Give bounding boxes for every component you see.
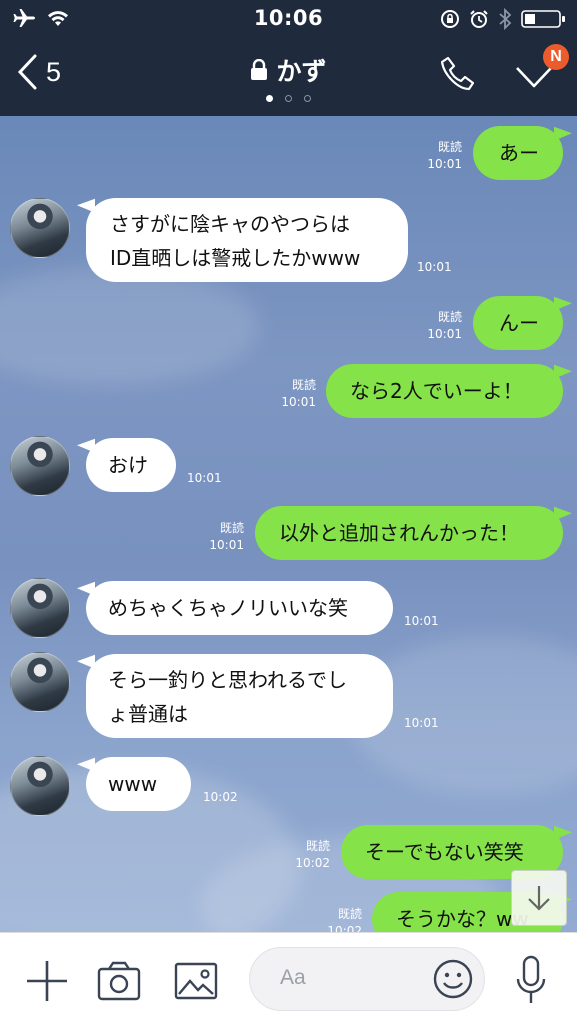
message-time: 10:01 <box>404 716 439 730</box>
sent-message[interactable]: あー <box>473 126 572 180</box>
arrow-down-icon <box>528 886 550 911</box>
bluetooth-icon <box>498 7 512 34</box>
message-time: 10:02 <box>295 856 330 870</box>
message-time: 10:01 <box>427 327 462 341</box>
avatar[interactable] <box>10 578 70 638</box>
message-time: 10:02 <box>327 924 362 932</box>
message-placeholder: Aa <box>280 966 306 989</box>
received-message[interactable]: www <box>77 757 191 811</box>
microphone-icon[interactable] <box>514 955 548 1009</box>
chat-title: かず <box>276 57 327 86</box>
message-time: 10:02 <box>203 790 238 804</box>
read-receipt: 既読 <box>437 140 462 154</box>
message-time: 10:01 <box>187 471 222 485</box>
avatar[interactable] <box>10 198 70 258</box>
sent-message[interactable]: んー <box>473 296 572 350</box>
received-message[interactable]: さすがに陰キャのやつらは ID直晒しは警戒したかwww <box>77 198 408 282</box>
read-receipt: 既読 <box>437 310 462 324</box>
message-time: 10:01 <box>281 395 316 409</box>
chat-header: 5 かず N <box>0 38 577 116</box>
alarm-icon <box>469 9 489 33</box>
read-receipt: 既読 <box>219 521 244 535</box>
read-receipt: 既読 <box>291 378 316 392</box>
message-input[interactable]: Aa <box>249 947 485 1011</box>
emoji-icon[interactable] <box>432 958 474 1004</box>
notification-badge: N <box>543 44 569 70</box>
avatar[interactable] <box>10 652 70 712</box>
read-receipt: 既読 <box>305 839 330 853</box>
image-icon[interactable] <box>174 961 218 1005</box>
chat-area[interactable]: 既読 10:01 あー さすがに陰キャのやつらは ID直晒しは警戒したかwww … <box>0 116 577 932</box>
avatar[interactable] <box>10 436 70 496</box>
rotation-lock-icon <box>440 9 460 33</box>
battery-icon <box>521 9 567 33</box>
status-bar: 10:06 <box>0 0 577 38</box>
input-bar: Aa <box>0 932 577 1024</box>
phone-icon <box>440 56 475 91</box>
received-message[interactable]: おけ <box>77 438 176 492</box>
sent-message[interactable]: 以外と追加されんかった！ <box>255 506 572 560</box>
plus-icon[interactable] <box>25 959 69 1007</box>
page-indicator <box>0 95 577 102</box>
avatar[interactable] <box>10 756 70 816</box>
message-time: 10:01 <box>427 157 462 171</box>
received-message[interactable]: めちゃくちゃノリいいな笑 <box>77 581 393 635</box>
lock-icon <box>251 59 268 80</box>
camera-icon[interactable] <box>97 961 141 1005</box>
read-receipt: 既読 <box>337 907 362 921</box>
received-message[interactable]: そら一釣りと思われるでし ょ普通は <box>77 654 393 738</box>
message-time: 10:01 <box>209 538 244 552</box>
scroll-to-bottom-button[interactable] <box>511 870 567 926</box>
sent-message[interactable]: なら2人でいーよ！ <box>326 364 572 418</box>
call-button[interactable] <box>440 56 476 98</box>
message-time: 10:01 <box>417 260 452 274</box>
message-time: 10:01 <box>404 614 439 628</box>
